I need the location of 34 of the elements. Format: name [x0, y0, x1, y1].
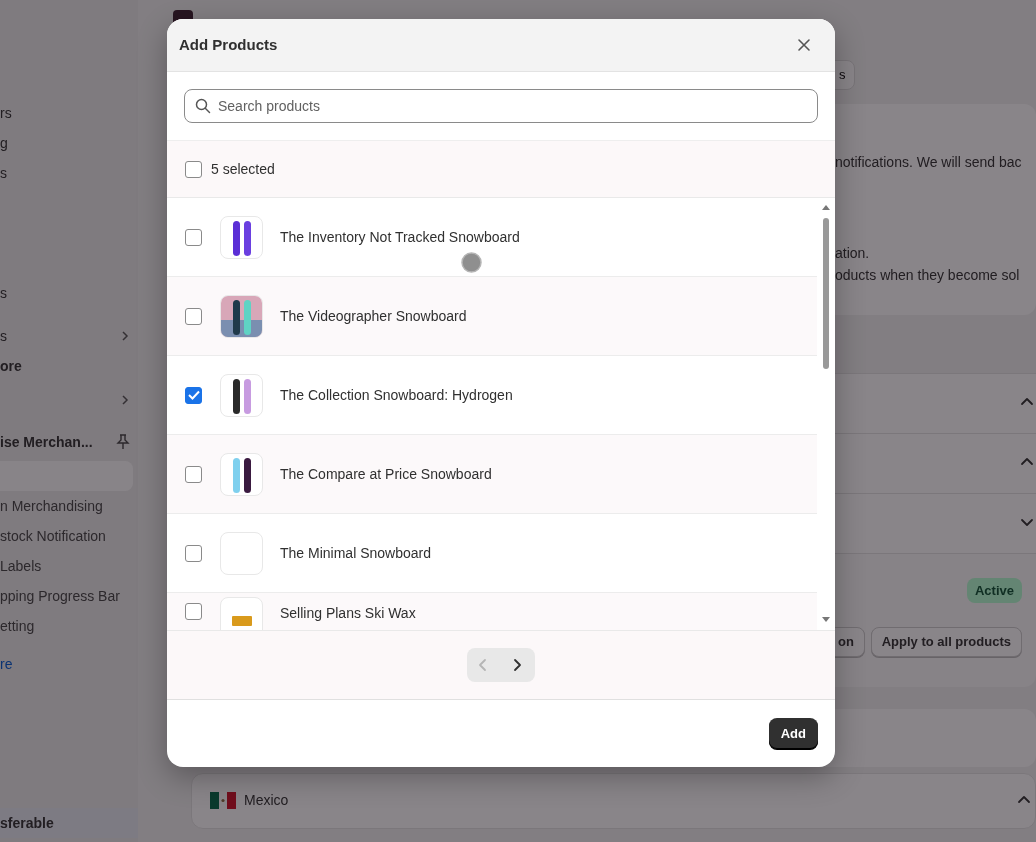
status-badge: Active — [966, 577, 1022, 603]
search-field[interactable]: Search products — [184, 89, 818, 123]
sidebar-item[interactable]: n Merchandising — [0, 495, 103, 517]
dialog-title: Add Products — [179, 34, 278, 55]
action-button[interactable]: Apply to all products — [870, 627, 1022, 657]
sidebar-item[interactable]: Labels — [0, 555, 42, 577]
country-row[interactable]: Mexico — [191, 772, 1036, 829]
notice-text: notifications. We will send bac — [835, 152, 1023, 172]
sidebar-item[interactable]: stock Notification — [0, 525, 106, 547]
notice-text: ation. — [835, 243, 871, 263]
sidebar-item[interactable]: rs — [0, 102, 12, 124]
selection-count: 5 selected — [211, 159, 275, 179]
add-button[interactable]: Add — [768, 717, 818, 750]
sidebar-item[interactable]: etting — [0, 615, 35, 637]
sidebar-item[interactable]: g — [0, 132, 8, 154]
product-name: Selling Plans Ski Wax — [280, 604, 416, 623]
product-row[interactable]: The Compare at Price Snowboard — [167, 435, 817, 514]
sidebar-item[interactable]: s — [0, 282, 7, 304]
sidebar-item[interactable]: pping Progress Bar — [0, 585, 120, 607]
sidebar-item[interactable]: s — [0, 162, 7, 184]
product-name: The Collection Snowboard: Hydrogen — [280, 385, 513, 405]
product-name: The Compare at Price Snowboard — [280, 464, 492, 484]
product-name: The Inventory Not Tracked Snowboard — [280, 227, 520, 247]
product-row[interactable]: Selling Plans Ski Wax — [167, 593, 817, 630]
notice-text: oducts when they become sol — [835, 265, 1021, 285]
country-name: Mexico — [244, 791, 289, 810]
sidebar-item[interactable]: ise Merchan... — [0, 431, 93, 453]
sidebar-item[interactable]: ore — [0, 355, 22, 377]
sidebar-item[interactable]: sferable — [0, 808, 138, 838]
product-row[interactable]: The Videographer Snowboard — [167, 277, 817, 356]
product-name: The Videographer Snowboard — [280, 306, 467, 326]
product-name: The Minimal Snowboard — [280, 543, 431, 563]
sidebar-link[interactable]: re — [0, 653, 13, 675]
sidebar-item[interactable]: s — [0, 325, 7, 347]
